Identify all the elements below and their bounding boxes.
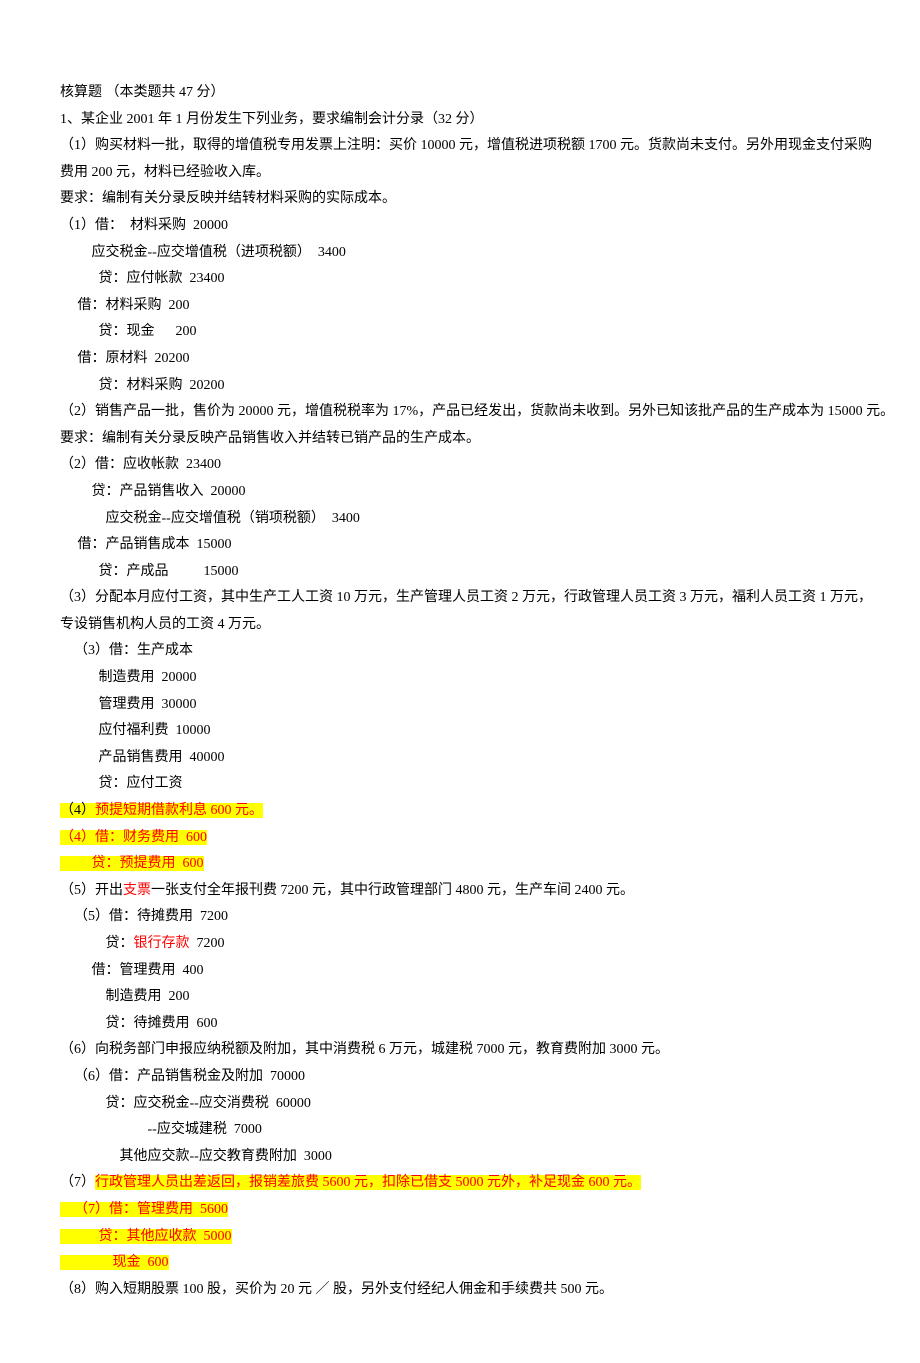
text-segment: （5）开出 — [60, 883, 123, 898]
text-line: 贷：预提费用 600 — [60, 851, 860, 878]
document-body: 核算题 （本类题共 47 分） 1、某企业 2001 年 1 月份发生下列业务，要… — [60, 80, 860, 1303]
text-line: （2）销售产品一批，售价为 20000 元，增值税税率为 17%，产品已经发出，… — [60, 399, 860, 426]
text-line: （7）行政管理人员出差返回，报销差旅费 5600 元，扣除已借支 5000 元外… — [60, 1170, 860, 1197]
text-segment: （4）借：财务费用 600 — [60, 830, 207, 845]
text-line: （6）向税务部门申报应纳税额及附加，其中消费税 6 万元，城建税 7000 元，… — [60, 1037, 860, 1064]
text-segment: 贷：应交税金--应交消费税 60000 — [60, 1096, 311, 1111]
text-line: （5）开出支票一张支付全年报刊费 7200 元，其中行政管理部门 4800 元，… — [60, 878, 860, 905]
text-line: 应交税金--应交增值税（进项税额） 3400 — [60, 240, 860, 267]
text-segment: 贷：其他应收款 5000 — [60, 1229, 232, 1244]
text-segment: 一张支付全年报刊费 7200 元，其中行政管理部门 4800 元，生产车间 24… — [151, 883, 634, 898]
text-line: （3）借：生产成本 — [60, 638, 860, 665]
text-segment: 产品销售费用 40000 — [60, 750, 225, 765]
text-segment: 应付福利费 10000 — [60, 723, 211, 738]
text-segment: （4） — [60, 803, 95, 818]
text-segment: 借：产品销售成本 15000 — [60, 537, 232, 552]
text-line: 核算题 （本类题共 47 分） — [60, 80, 860, 107]
text-line: 现金 600 — [60, 1250, 860, 1277]
text-segment: 专设销售机构人员的工资 4 万元。 — [60, 617, 270, 632]
text-line: 借：原材料 20200 — [60, 346, 860, 373]
text-segment: 要求：编制有关分录反映并结转材料采购的实际成本。 — [60, 191, 396, 206]
text-segment: 预提短期借款利息 600 元。 — [95, 803, 263, 818]
text-line: （3）分配本月应付工资，其中生产工人工资 10 万元，生产管理人员工资 2 万元… — [60, 585, 860, 612]
text-line: 贷：现金 200 — [60, 319, 860, 346]
text-segment: （2）销售产品一批，售价为 20000 元，增值税税率为 17%，产品已经发出，… — [60, 404, 894, 419]
text-segment: （1）购买材料一批，取得的增值税专用发票上注明：买价 10000 元，增值税进项… — [60, 138, 872, 153]
text-line: 制造费用 20000 — [60, 665, 860, 692]
text-segment: 贷：产品销售收入 20000 — [60, 484, 246, 499]
text-segment: 银行存款 — [134, 936, 190, 951]
text-segment: 其他应交款--应交教育费附加 3000 — [60, 1149, 332, 1164]
text-segment: 要求：编制有关分录反映产品销售收入并结转已销产品的生产成本。 — [60, 431, 480, 446]
text-line: 贷：应交税金--应交消费税 60000 — [60, 1091, 860, 1118]
text-line: （1）购买材料一批，取得的增值税专用发票上注明：买价 10000 元，增值税进项… — [60, 133, 860, 160]
text-line: 贷：待摊费用 600 — [60, 1011, 860, 1038]
text-line: --应交城建税 7000 — [60, 1117, 860, 1144]
text-line: （6）借：产品销售税金及附加 70000 — [60, 1064, 860, 1091]
text-segment: --应交城建税 7000 — [60, 1122, 262, 1137]
text-segment: 贷：待摊费用 600 — [60, 1016, 218, 1031]
text-line: 贷：应付工资 — [60, 771, 860, 798]
text-line: 借：产品销售成本 15000 — [60, 532, 860, 559]
text-line: （5）借：待摊费用 7200 — [60, 904, 860, 931]
text-segment: （1）借： 材料采购 20000 — [60, 218, 228, 233]
text-segment: 行政管理人员出差返回，报销差旅费 5600 元，扣除已借支 5000 元外，补足… — [95, 1175, 641, 1190]
text-segment: （6）借：产品销售税金及附加 70000 — [60, 1069, 305, 1084]
text-line: 应付福利费 10000 — [60, 718, 860, 745]
text-segment: 应交税金--应交增值税（进项税额） 3400 — [60, 245, 346, 260]
text-line: （8）购入短期股票 100 股，买价为 20 元 ／ 股，另外支付经纪人佣金和手… — [60, 1277, 860, 1304]
text-line: 其他应交款--应交教育费附加 3000 — [60, 1144, 860, 1171]
text-segment: 贷：预提费用 600 — [60, 856, 204, 871]
text-segment: 借：材料采购 200 — [60, 298, 190, 313]
text-segment: 贷：应付工资 — [60, 776, 183, 791]
text-line: 贷：银行存款 7200 — [60, 931, 860, 958]
text-line: （4）借：财务费用 600 — [60, 825, 860, 852]
text-segment: 现金 600 — [60, 1255, 169, 1270]
text-line: 贷：产品销售收入 20000 — [60, 479, 860, 506]
text-segment: （8）购入短期股票 100 股，买价为 20 元 ／ 股，另外支付经纪人佣金和手… — [60, 1282, 613, 1297]
text-line: 要求：编制有关分录反映产品销售收入并结转已销产品的生产成本。 — [60, 426, 860, 453]
text-segment: 贷：现金 200 — [60, 324, 197, 339]
text-line: 管理费用 30000 — [60, 692, 860, 719]
text-line: 产品销售费用 40000 — [60, 745, 860, 772]
text-line: 贷：产成品 15000 — [60, 559, 860, 586]
text-line: （1）借： 材料采购 20000 — [60, 213, 860, 240]
text-line: 专设销售机构人员的工资 4 万元。 — [60, 612, 860, 639]
text-segment: 贷：应付帐款 23400 — [60, 271, 225, 286]
text-line: 费用 200 元，材料已经验收入库。 — [60, 160, 860, 187]
text-segment: （6）向税务部门申报应纳税额及附加，其中消费税 6 万元，城建税 7000 元，… — [60, 1042, 669, 1057]
text-segment: （3）分配本月应付工资，其中生产工人工资 10 万元，生产管理人员工资 2 万元… — [60, 590, 872, 605]
text-line: 要求：编制有关分录反映并结转材料采购的实际成本。 — [60, 186, 860, 213]
text-line: 借：材料采购 200 — [60, 293, 860, 320]
text-segment: （2）借：应收帐款 23400 — [60, 457, 221, 472]
text-segment: 制造费用 20000 — [60, 670, 197, 685]
text-segment: 应交税金--应交增值税（销项税额） 3400 — [60, 511, 360, 526]
text-segment: 制造费用 200 — [60, 989, 190, 1004]
text-segment: （3）借：生产成本 — [60, 643, 193, 658]
text-segment: （7）借：管理费用 5600 — [60, 1202, 228, 1217]
text-line: 制造费用 200 — [60, 984, 860, 1011]
text-segment: 支票 — [123, 883, 151, 898]
text-segment: 1、某企业 2001 年 1 月份发生下列业务，要求编制会计分录（32 分） — [60, 112, 484, 127]
text-segment: 核算题 （本类题共 47 分） — [60, 85, 225, 100]
text-line: （7）借：管理费用 5600 — [60, 1197, 860, 1224]
text-line: 借：管理费用 400 — [60, 958, 860, 985]
text-segment: 借：原材料 20200 — [60, 351, 190, 366]
text-line: （2）借：应收帐款 23400 — [60, 452, 860, 479]
text-line: 贷：材料采购 20200 — [60, 373, 860, 400]
text-segment: 贷： — [60, 936, 134, 951]
text-line: 应交税金--应交增值税（销项税额） 3400 — [60, 506, 860, 533]
text-line: 1、某企业 2001 年 1 月份发生下列业务，要求编制会计分录（32 分） — [60, 107, 860, 134]
text-segment: （7） — [60, 1175, 95, 1190]
text-segment: 贷：材料采购 20200 — [60, 378, 225, 393]
text-segment: （5）借：待摊费用 7200 — [60, 909, 228, 924]
text-line: 贷：其他应收款 5000 — [60, 1224, 860, 1251]
text-segment: 借：管理费用 400 — [60, 963, 204, 978]
text-segment: 管理费用 30000 — [60, 697, 197, 712]
text-segment: 贷：产成品 15000 — [60, 564, 239, 579]
text-line: （4）预提短期借款利息 600 元。 — [60, 798, 860, 825]
text-line: 贷：应付帐款 23400 — [60, 266, 860, 293]
text-segment: 费用 200 元，材料已经验收入库。 — [60, 165, 270, 180]
text-segment: 7200 — [190, 936, 225, 951]
